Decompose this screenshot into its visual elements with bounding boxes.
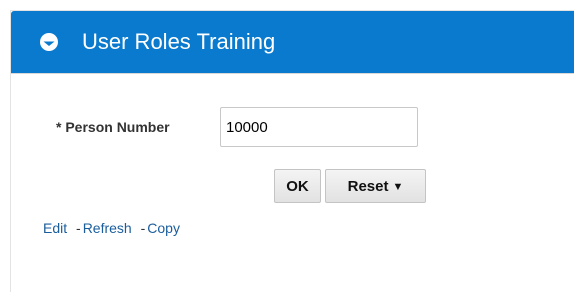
portlet-title: User Roles Training — [82, 29, 276, 54]
link-separator: - — [140, 220, 146, 236]
link-separator: - — [76, 220, 81, 236]
caret-down-icon: ▼ — [392, 180, 404, 193]
edit-link[interactable]: Edit — [43, 220, 67, 236]
person-number-label: * Person Number — [56, 119, 170, 135]
reset-button[interactable]: Reset ▼ — [325, 169, 426, 203]
copy-link[interactable]: Copy — [147, 220, 180, 236]
ok-button[interactable]: OK — [274, 169, 321, 203]
collapse-icon[interactable] — [39, 32, 59, 52]
refresh-link[interactable]: Refresh — [83, 220, 132, 236]
portlet-panel: User Roles Training — [10, 10, 574, 292]
ok-button-label: OK — [286, 177, 309, 195]
action-links: Edit - Refresh - Copy — [43, 218, 180, 238]
person-number-input[interactable] — [220, 107, 418, 147]
portlet-header: User Roles Training — [11, 11, 574, 74]
reset-button-label: Reset — [347, 177, 389, 195]
